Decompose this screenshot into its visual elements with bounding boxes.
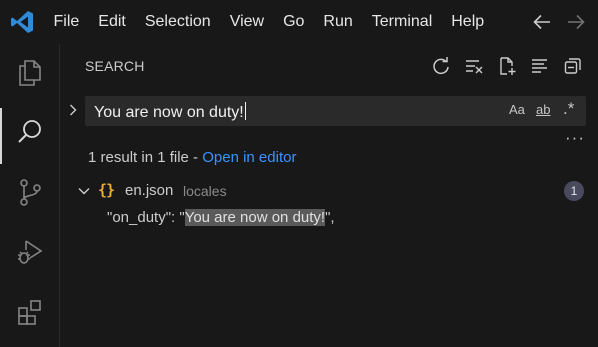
activity-source-control[interactable] bbox=[0, 164, 60, 220]
collapse-all-icon bbox=[564, 58, 581, 74]
activity-search[interactable] bbox=[0, 104, 60, 164]
run-debug-icon bbox=[18, 240, 43, 264]
explorer-icon bbox=[19, 60, 41, 86]
source-control-icon bbox=[20, 179, 41, 206]
activity-run-debug[interactable] bbox=[0, 224, 60, 280]
view-as-tree-button[interactable] bbox=[529, 55, 551, 77]
menu-view[interactable]: View bbox=[220, 0, 273, 44]
menu-edit[interactable]: Edit bbox=[89, 0, 136, 44]
clear-results-button[interactable] bbox=[463, 55, 485, 77]
search-input-value: You are now on duty! bbox=[94, 102, 246, 121]
collapse-all-button[interactable] bbox=[562, 55, 584, 77]
result-count-badge: 1 bbox=[564, 181, 584, 201]
match-highlight: You are now on duty! bbox=[184, 209, 326, 226]
search-input[interactable]: You are now on duty! Aa ab .* bbox=[85, 96, 586, 126]
extensions-icon bbox=[18, 300, 41, 325]
activity-extensions[interactable] bbox=[0, 284, 60, 340]
menu-terminal[interactable]: Terminal bbox=[362, 0, 441, 44]
result-match-row[interactable]: "on_duty": "You are now on duty!", bbox=[107, 209, 335, 226]
search-icon bbox=[18, 120, 41, 143]
search-view-header: SEARCH bbox=[61, 44, 598, 88]
menu-bar: File Edit Selection View Go Run Terminal… bbox=[44, 0, 494, 44]
menu-file[interactable]: File bbox=[44, 0, 89, 44]
menu-help[interactable]: Help bbox=[442, 0, 494, 44]
title-bar: File Edit Selection View Go Run Terminal… bbox=[0, 0, 598, 44]
menu-run[interactable]: Run bbox=[314, 0, 362, 44]
result-file-row[interactable]: {} en.json locales 1 bbox=[61, 180, 598, 202]
use-regex-toggle[interactable]: .* bbox=[563, 99, 574, 119]
menu-selection[interactable]: Selection bbox=[135, 0, 220, 44]
new-search-editor-button[interactable] bbox=[496, 55, 518, 77]
arrow-left-icon[interactable] bbox=[531, 11, 553, 33]
activity-bar bbox=[0, 44, 60, 347]
search-view-title: SEARCH bbox=[85, 58, 145, 74]
arrow-right-icon[interactable] bbox=[565, 11, 587, 33]
search-view: SEARCH You are now on duty! Aa ab .* ···… bbox=[61, 44, 598, 347]
result-file-path: locales bbox=[183, 183, 227, 199]
match-whole-word-toggle[interactable]: ab bbox=[536, 102, 550, 117]
menu-go[interactable]: Go bbox=[274, 0, 314, 44]
chevron-down-icon[interactable] bbox=[76, 183, 92, 199]
chevron-right-icon[interactable] bbox=[65, 102, 81, 118]
refresh-icon bbox=[433, 57, 449, 75]
activity-explorer[interactable] bbox=[0, 44, 60, 100]
results-summary: 1 result in 1 file - Open in editor bbox=[88, 149, 297, 166]
open-in-editor-link[interactable]: Open in editor bbox=[202, 149, 296, 166]
vscode-logo-icon bbox=[11, 11, 33, 33]
json-file-icon: {} bbox=[98, 181, 115, 199]
clear-results-icon bbox=[466, 60, 483, 74]
toggle-search-details-button[interactable]: ··· bbox=[565, 128, 585, 148]
view-as-tree-icon bbox=[532, 59, 547, 73]
match-case-toggle[interactable]: Aa bbox=[509, 102, 525, 117]
result-file-name: en.json bbox=[125, 182, 174, 199]
new-search-editor-icon bbox=[500, 57, 516, 75]
search-view-actions bbox=[430, 55, 584, 77]
refresh-button[interactable] bbox=[430, 55, 452, 77]
